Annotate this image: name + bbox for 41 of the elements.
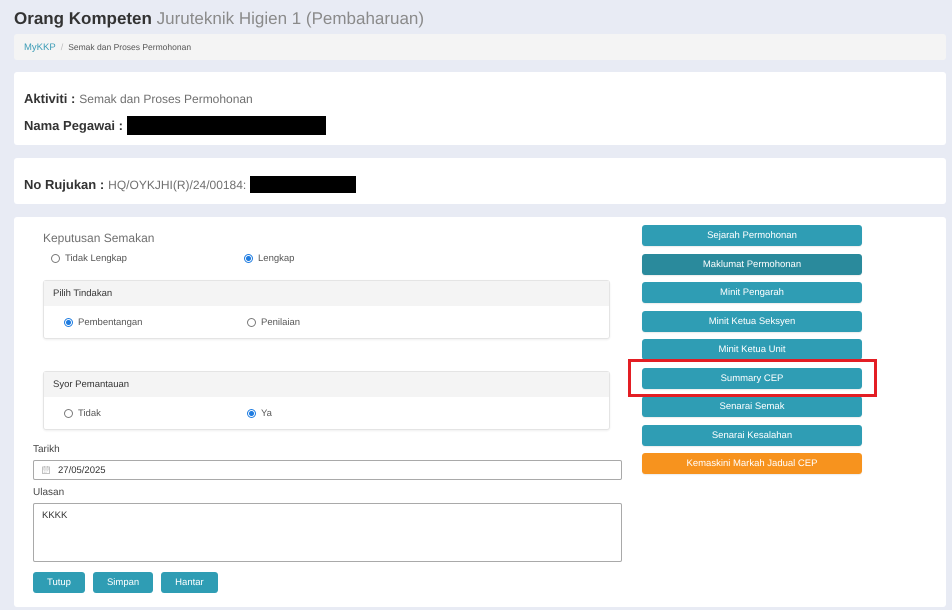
field-value: Semak dan Proses Permohonan [79,92,253,106]
action-button[interactable]: Hantar [161,572,218,593]
action-button[interactable]: Tutup [33,572,85,593]
field-label: Tarikh [33,443,60,457]
breadcrumb-link[interactable]: MyKKP [24,42,56,52]
radio-button[interactable] [247,318,256,326]
radio-button[interactable] [244,254,253,262]
radio-label: Tidak [78,408,101,418]
field-label: Ulasan [33,486,64,500]
menu-button[interactable]: Senarai Kesalahan [642,424,862,446]
menu-button[interactable]: Senarai Semak [642,396,862,417]
field-value: HQ/OYKJHI(R)/24/00184: [108,178,246,192]
comment-field[interactable]: KKKK [33,503,622,562]
breadcrumb-separator: / [60,42,64,52]
field-label: No Rujukan : [24,177,104,192]
menu-button[interactable]: Kemaskini Markah Jadual CEP [642,453,862,474]
radio-button[interactable] [64,318,73,326]
panel-header: Syor Pemantauan [44,372,609,397]
radio-label: Pembentangan [78,316,142,328]
action-button[interactable]: Simpan [92,572,154,593]
radio-button[interactable] [51,254,60,262]
menu-button[interactable]: Sejarah Permohonan [642,225,862,246]
radio-label: Tidak Lengkap [65,252,127,264]
radio-label: Lengkap [258,252,294,264]
section-label: Keputusan Semakan [43,230,154,246]
page-title: Orang Kompeten Juruteknik Higien 1 (Pembaharuan) [14,8,424,30]
panel-header: Pilih Tindakan [44,281,609,306]
menu-button[interactable]: Minit Ketua Unit [642,339,862,360]
date-field[interactable]: 27/05/2025 [33,460,622,480]
radio-label: Ya [261,408,272,418]
calendar-icon [42,466,50,474]
breadcrumb-current: Semak dan Proses Permohonan [68,42,192,52]
radio-label: Penilaian [261,316,300,328]
radio-button[interactable] [64,408,73,418]
menu-button[interactable]: Maklumat Permohonan [642,254,862,274]
field-label: Aktiviti : [24,91,76,106]
menu-button[interactable]: Minit Pengarah [642,282,862,303]
field-label: Nama Pegawai : [24,118,123,133]
menu-button[interactable]: Minit Ketua Seksyen [642,310,862,332]
menu-button[interactable]: Summary CEP [642,368,862,388]
radio-button[interactable] [247,408,256,418]
